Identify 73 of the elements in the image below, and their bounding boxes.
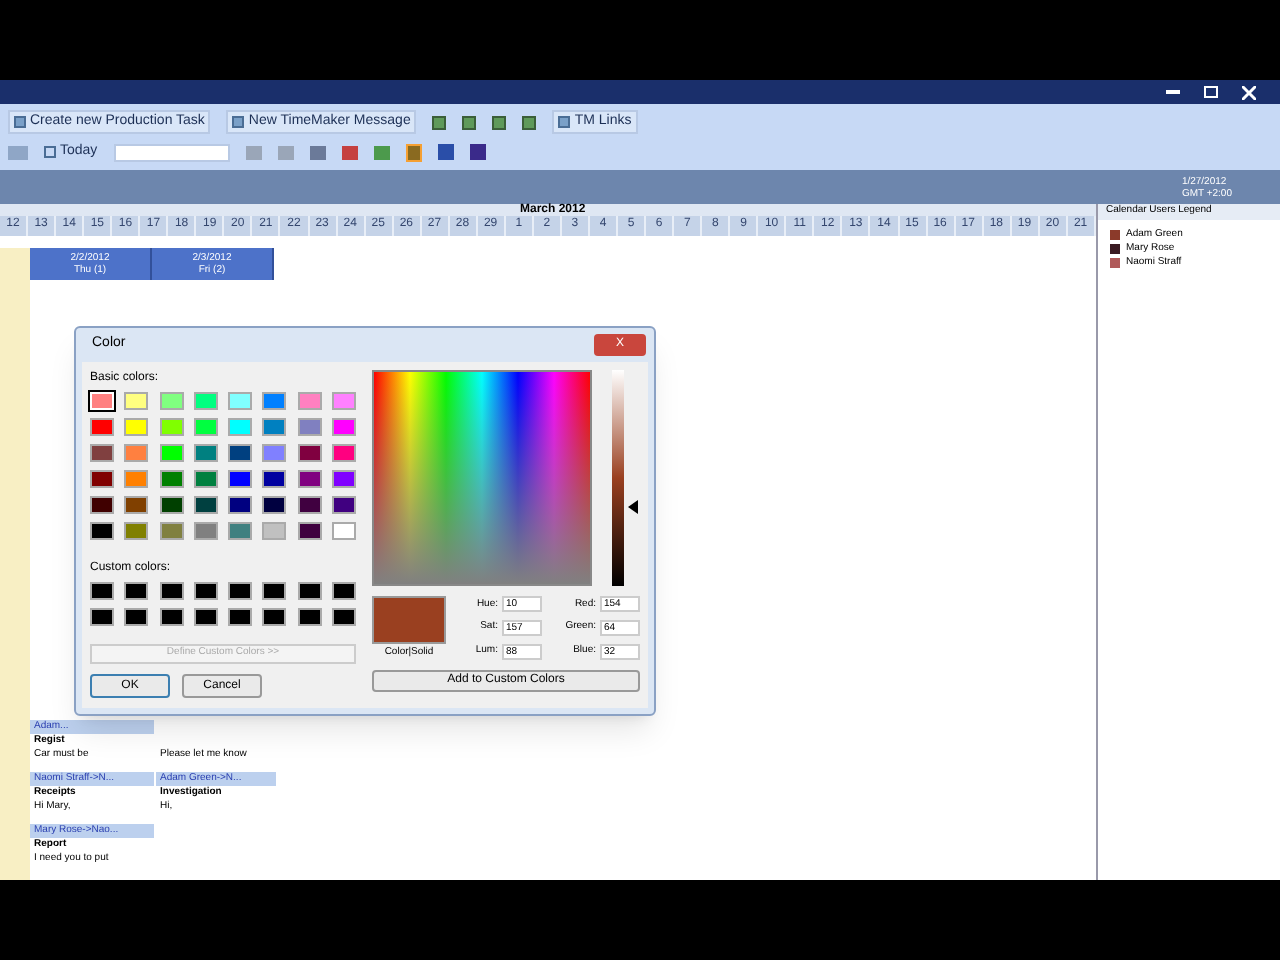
color-swatch[interactable] (228, 608, 252, 626)
color-swatch[interactable] (262, 522, 287, 540)
toolbar-icon[interactable] (432, 115, 447, 129)
color-spectrum[interactable] (372, 370, 592, 586)
color-swatch[interactable] (193, 392, 218, 410)
slider-arrow-icon[interactable] (628, 499, 638, 514)
color-swatch[interactable] (193, 444, 218, 462)
color-swatch[interactable] (228, 496, 252, 514)
color-swatch[interactable] (297, 522, 321, 540)
color-swatch[interactable] (331, 444, 356, 462)
color-swatch[interactable] (193, 418, 218, 436)
color-swatch[interactable] (124, 444, 149, 462)
color-swatch[interactable] (193, 582, 218, 600)
color-swatch[interactable] (228, 522, 252, 540)
close-icon[interactable] (1242, 85, 1256, 99)
color-swatch[interactable] (331, 470, 356, 488)
color-swatch[interactable] (297, 470, 321, 488)
color-swatch[interactable] (90, 582, 114, 600)
color-swatch[interactable] (159, 392, 183, 410)
color-swatch[interactable] (90, 470, 114, 488)
color-swatch[interactable] (331, 582, 356, 600)
color-swatch[interactable] (193, 470, 218, 488)
color-swatch[interactable] (124, 522, 149, 540)
color-swatch[interactable] (228, 392, 252, 410)
color-swatch[interactable] (90, 608, 114, 626)
color-swatch[interactable] (124, 582, 149, 600)
color-swatch[interactable] (331, 522, 356, 540)
color-swatch[interactable] (124, 470, 149, 488)
color-swatch[interactable] (193, 522, 218, 540)
color-swatch[interactable] (159, 582, 183, 600)
color-swatch[interactable] (228, 418, 252, 436)
color-swatch[interactable] (228, 470, 252, 488)
color-swatch[interactable] (331, 608, 356, 626)
color-swatch[interactable] (159, 522, 183, 540)
color-swatch[interactable] (262, 418, 287, 436)
color-swatch[interactable] (297, 418, 321, 436)
color-swatch[interactable] (297, 392, 321, 410)
restore-icon[interactable] (1204, 86, 1218, 98)
save-icon[interactable] (405, 143, 422, 161)
color-swatch[interactable] (124, 496, 149, 514)
color-swatch[interactable] (297, 496, 321, 514)
color-swatch[interactable] (331, 496, 356, 514)
color-swatch[interactable] (90, 496, 114, 514)
color-swatch[interactable] (228, 444, 252, 462)
color-swatch[interactable] (262, 392, 287, 410)
color-swatch[interactable] (297, 582, 321, 600)
search-field[interactable] (113, 143, 230, 161)
color-swatch[interactable] (159, 608, 183, 626)
color-swatch[interactable] (124, 392, 149, 410)
color-swatch[interactable] (262, 470, 287, 488)
color-swatch[interactable] (159, 418, 183, 436)
color-swatch[interactable] (90, 444, 114, 462)
color-swatch[interactable] (331, 418, 356, 436)
color-swatch[interactable] (193, 608, 218, 626)
color-swatch[interactable] (262, 608, 287, 626)
color-swatch[interactable] (228, 582, 252, 600)
color-swatch[interactable] (90, 418, 114, 436)
toolbar-icon[interactable] (492, 115, 507, 129)
color-swatch[interactable] (262, 582, 287, 600)
color-swatch[interactable] (331, 392, 356, 410)
toolbar-icon[interactable] (522, 115, 537, 129)
color-swatch[interactable] (90, 522, 114, 540)
color-swatch[interactable] (297, 444, 321, 462)
color-swatch[interactable] (124, 608, 149, 626)
color-swatch[interactable] (124, 418, 149, 436)
color-swatch[interactable] (262, 496, 287, 514)
color-swatch[interactable] (193, 496, 218, 514)
color-swatch[interactable] (262, 444, 287, 462)
color-swatch[interactable] (297, 608, 321, 626)
color-swatch[interactable] (159, 444, 183, 462)
color-swatch[interactable] (159, 496, 183, 514)
toolbar-icon[interactable] (462, 115, 477, 129)
color-swatch[interactable] (159, 470, 183, 488)
